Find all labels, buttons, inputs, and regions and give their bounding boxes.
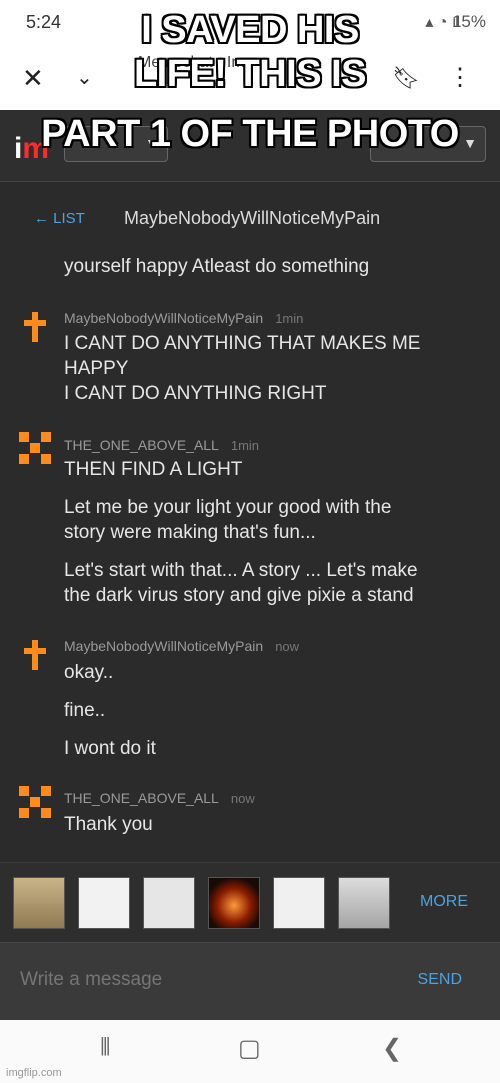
message-text: the dark virus story and give pixie a st… <box>64 585 414 606</box>
message-author: MaybeNobodyWillNoticeMyPain now <box>64 638 300 654</box>
meme-caption-line-2: LIFE! THIS IS <box>133 53 367 95</box>
message-text: I CANT DO ANYTHING RIGHT <box>64 383 327 404</box>
meme-thumbnail[interactable] <box>208 877 260 929</box>
back-icon[interactable]: ❮ <box>382 1034 402 1063</box>
pixel-avatar-icon <box>19 432 51 464</box>
meme-caption-line-3: PART 1 OF THE PHOTO <box>41 113 459 155</box>
system-nav-bar: ⦀ ▢ ❮ imgflip.com <box>0 1020 500 1083</box>
message-input[interactable] <box>20 969 380 991</box>
chat-header: ← LIST MaybeNobodyWillNoticeMyPain <box>0 200 500 240</box>
message-text: Let's start with that... A story ... Let… <box>64 560 418 581</box>
message-text: yourself happy Atleast do something <box>64 256 370 277</box>
meme-template-bar: MORE <box>0 862 500 942</box>
chat-partner-name: MaybeNobodyWillNoticeMyPain <box>124 208 381 228</box>
meme-thumbnail[interactable] <box>273 877 325 929</box>
send-button[interactable]: SEND <box>418 971 462 989</box>
message-text: I CANT DO ANYTHING THAT MAKES ME <box>64 333 421 354</box>
message-text: okay.. <box>64 662 114 683</box>
message-composer: SEND <box>0 942 500 1020</box>
message-text: Thank you <box>64 814 153 835</box>
message-text: I wont do it <box>64 738 156 759</box>
cross-avatar-icon <box>24 312 46 342</box>
back-to-list-link[interactable]: ← LIST <box>34 210 85 227</box>
meme-caption-line-1: I SAVED HIS <box>141 9 359 51</box>
message-text: fine.. <box>64 700 106 721</box>
pixel-avatar-icon <box>19 786 51 818</box>
meme-thumbnail[interactable] <box>143 877 195 929</box>
home-icon[interactable]: ▢ <box>238 1034 261 1063</box>
imgflip-watermark: imgflip.com <box>6 1067 62 1079</box>
meme-thumbnail[interactable] <box>13 877 65 929</box>
recent-apps-icon[interactable]: ⦀ <box>100 1034 111 1062</box>
meme-thumbnail[interactable] <box>338 877 390 929</box>
message-author: THE_ONE_ABOVE_ALL 1min <box>64 437 260 453</box>
cross-avatar-icon <box>24 640 46 670</box>
message-text: Let me be your light your good with the <box>64 497 392 518</box>
meme-thumbnail[interactable] <box>78 877 130 929</box>
message-text: story were making that's fun... <box>64 522 316 543</box>
message-author: MaybeNobodyWillNoticeMyPain 1min <box>64 310 304 326</box>
message-text: THEN FIND A LIGHT <box>64 459 243 480</box>
message-author: THE_ONE_ABOVE_ALL now <box>64 790 255 806</box>
message-text: HAPPY <box>64 358 129 379</box>
more-memes-button[interactable]: MORE <box>420 893 468 911</box>
